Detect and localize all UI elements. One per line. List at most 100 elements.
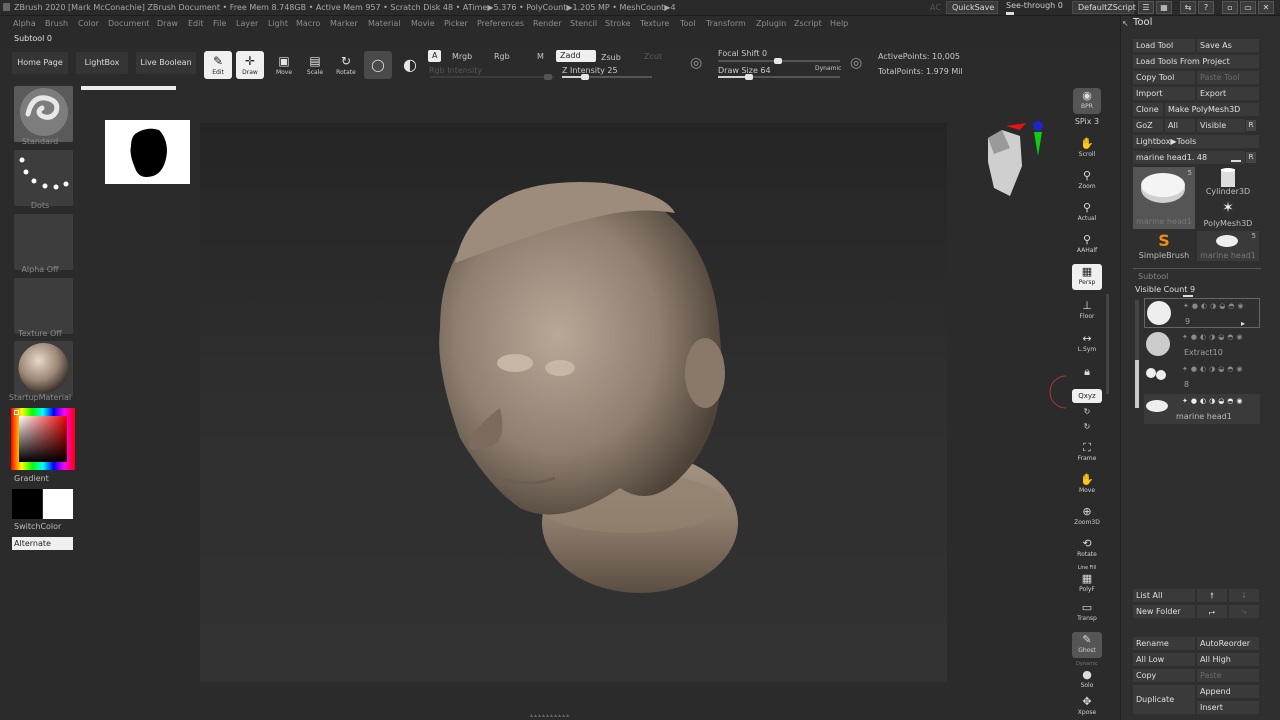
export-button[interactable]: Export — [1197, 87, 1259, 100]
folder-arrow-icon[interactable]: ⮣ — [1197, 605, 1227, 618]
spix-slider[interactable]: SPix 3 — [1072, 117, 1102, 131]
scroll-button[interactable]: ✋ Scroll — [1072, 136, 1102, 162]
shelf-scrollbar[interactable] — [1106, 294, 1109, 394]
z-intensity-slider[interactable]: Z Intensity 25 — [562, 66, 618, 75]
layout-icon[interactable]: ▦ — [1156, 1, 1172, 14]
menu-tool[interactable]: Tool — [680, 19, 696, 28]
menu-brush[interactable]: Brush — [45, 19, 68, 28]
visible-count-slider[interactable]: Visible Count 9 — [1135, 285, 1259, 298]
color-cursor[interactable] — [14, 410, 19, 415]
zcut-toggle[interactable]: Zcut — [644, 52, 662, 61]
tool-thumb-polymesh[interactable]: ✶ PolyMesh3D — [1197, 199, 1259, 229]
material-slot[interactable] — [14, 341, 73, 397]
subtool-section-header[interactable]: Subtool — [1138, 272, 1168, 281]
move-mode-button[interactable]: ▣ Move — [270, 51, 298, 79]
transp-button[interactable]: ▭ Transp — [1072, 600, 1102, 626]
help-icon[interactable]: ? — [1198, 1, 1214, 14]
aahalf-button[interactable]: ⚲ AAHalf — [1072, 232, 1102, 258]
move-up-arrow-icon[interactable]: 🠕 — [1197, 589, 1227, 602]
menu-zscript[interactable]: Zscript — [794, 19, 822, 28]
draw-size-track[interactable] — [718, 74, 840, 80]
restore-icon[interactable]: ▭ — [1240, 1, 1256, 14]
frame-button[interactable]: ⛶ Frame — [1072, 440, 1102, 466]
goz-r-button[interactable]: R — [1246, 120, 1256, 131]
current-tool-slider[interactable]: marine head1. 48 — [1133, 151, 1245, 164]
rotate-mode-button[interactable]: ↻ Rotate — [332, 51, 360, 79]
current-tool-knob[interactable] — [1231, 160, 1241, 162]
solo-button[interactable]: Dynamic ● Solo — [1072, 661, 1102, 691]
ghost-button[interactable]: ✎ Ghost — [1072, 632, 1102, 658]
texture-slot[interactable] — [14, 278, 73, 334]
menu-alpha[interactable]: Alpha — [13, 19, 36, 28]
insert-button[interactable]: Insert — [1197, 701, 1259, 714]
subtool-scrollbar[interactable] — [1135, 300, 1139, 408]
mrgb-toggle[interactable]: Mrgb — [452, 52, 472, 61]
zoom-button[interactable]: ⚲ Zoom — [1072, 168, 1102, 194]
make-polymesh-button[interactable]: Make PolyMesh3D — [1165, 103, 1259, 116]
rgb-intensity-slider[interactable]: Rgb Intensity — [429, 66, 482, 75]
brush-slot[interactable] — [14, 86, 73, 142]
swap-icon[interactable]: ⇆ — [1180, 1, 1196, 14]
rgb-intensity-knob[interactable] — [544, 74, 552, 80]
close-icon[interactable]: ✕ — [1258, 1, 1274, 14]
goz-button[interactable]: GoZ — [1133, 119, 1163, 132]
append-button[interactable]: Append — [1197, 685, 1259, 698]
xpose-button[interactable]: ✥ Xpose — [1072, 694, 1102, 720]
rgb-toggle[interactable]: Rgb — [494, 52, 510, 61]
focal-shift-slider[interactable]: Focal Shift 0 — [718, 49, 767, 58]
paste-subtool-button[interactable]: Paste — [1197, 669, 1259, 682]
menu-material[interactable]: Material — [368, 19, 401, 28]
menu-zplugin[interactable]: Zplugin — [756, 19, 786, 28]
subtool-row[interactable]: ✦●◐◑◒◓◉ 9 ▸ — [1144, 298, 1260, 328]
minimize-icon[interactable]: ▫ — [1222, 1, 1238, 14]
zsub-toggle[interactable]: Zsub — [601, 53, 621, 62]
xyz-button[interactable]: Qxyz — [1072, 389, 1102, 403]
menu-preferences[interactable]: Preferences — [477, 19, 524, 28]
orientation-gizmo[interactable] — [976, 118, 1046, 203]
menu-file[interactable]: File — [213, 19, 226, 28]
menu-help[interactable]: Help — [830, 19, 848, 28]
live-boolean-button[interactable]: Live Boolean — [136, 52, 196, 74]
main-color-swatch[interactable] — [12, 489, 42, 519]
rename-button[interactable]: Rename — [1133, 637, 1195, 650]
zadd-toggle[interactable]: Zadd — [556, 50, 596, 62]
copy-tool-button[interactable]: Copy Tool — [1133, 71, 1195, 84]
menu-render[interactable]: Render — [533, 19, 561, 28]
zoom3d-button[interactable]: ⊕ Zoom3D — [1072, 504, 1102, 530]
menu-macro[interactable]: Macro — [296, 19, 320, 28]
scale-mode-button[interactable]: ▤ Scale — [301, 51, 329, 79]
menu-movie[interactable]: Movie — [411, 19, 435, 28]
menu-marker[interactable]: Marker — [330, 19, 358, 28]
navigation-thumbnail[interactable] — [105, 120, 190, 184]
material-brush-button[interactable]: ◯ — [364, 51, 392, 79]
menu-stroke[interactable]: Stroke — [605, 19, 631, 28]
lsym-button[interactable]: ↔ L.Sym — [1072, 331, 1102, 357]
draw-size-knob[interactable] — [745, 74, 754, 80]
floor-button[interactable]: ⊥ Floor — [1072, 298, 1102, 324]
load-tools-from-project-button[interactable]: Load Tools From Project — [1133, 55, 1259, 68]
draw-size-icon[interactable]: ◎ — [850, 55, 862, 71]
bottom-tray-handle[interactable]: ▴▴▴▴▴▴▴▴▴▴ — [530, 712, 614, 719]
z-intensity-track[interactable] — [562, 74, 652, 80]
subtool-scroll-thumb[interactable] — [1135, 360, 1139, 408]
draw-mode-button[interactable]: ✛ Draw — [236, 51, 264, 79]
menu-edit[interactable]: Edit — [188, 19, 204, 28]
menu-stencil[interactable]: Stencil — [570, 19, 597, 28]
menu-transform[interactable]: Transform — [706, 19, 746, 28]
new-folder-button[interactable]: New Folder — [1133, 605, 1195, 618]
see-through-knob[interactable] — [1006, 12, 1014, 15]
stroke-slot[interactable] — [14, 150, 73, 206]
tool-thumb-marine-head-small[interactable]: 5 marine head1 — [1197, 231, 1259, 261]
menus-icon[interactable]: ☰ — [1138, 1, 1154, 14]
menu-layer[interactable]: Layer — [236, 19, 258, 28]
persp-button[interactable]: ▦ Persp — [1072, 264, 1102, 290]
dynamic-toggle[interactable]: Dynamic — [815, 65, 841, 72]
tool-thumb-cylinder[interactable]: Cylinder3D — [1197, 167, 1259, 197]
linefill-polyf-button[interactable]: Line Fill ▦ PolyF — [1072, 565, 1102, 595]
all-high-button[interactable]: All High — [1197, 653, 1259, 666]
paste-tool-button[interactable]: Paste Tool — [1197, 71, 1259, 84]
tool-thumb-marine-head[interactable]: 5 marine head1 — [1133, 167, 1195, 229]
canvas-document[interactable] — [200, 123, 947, 682]
autoreorder-button[interactable]: AutoReorder — [1197, 637, 1259, 650]
focal-shift-knob[interactable] — [774, 58, 782, 64]
